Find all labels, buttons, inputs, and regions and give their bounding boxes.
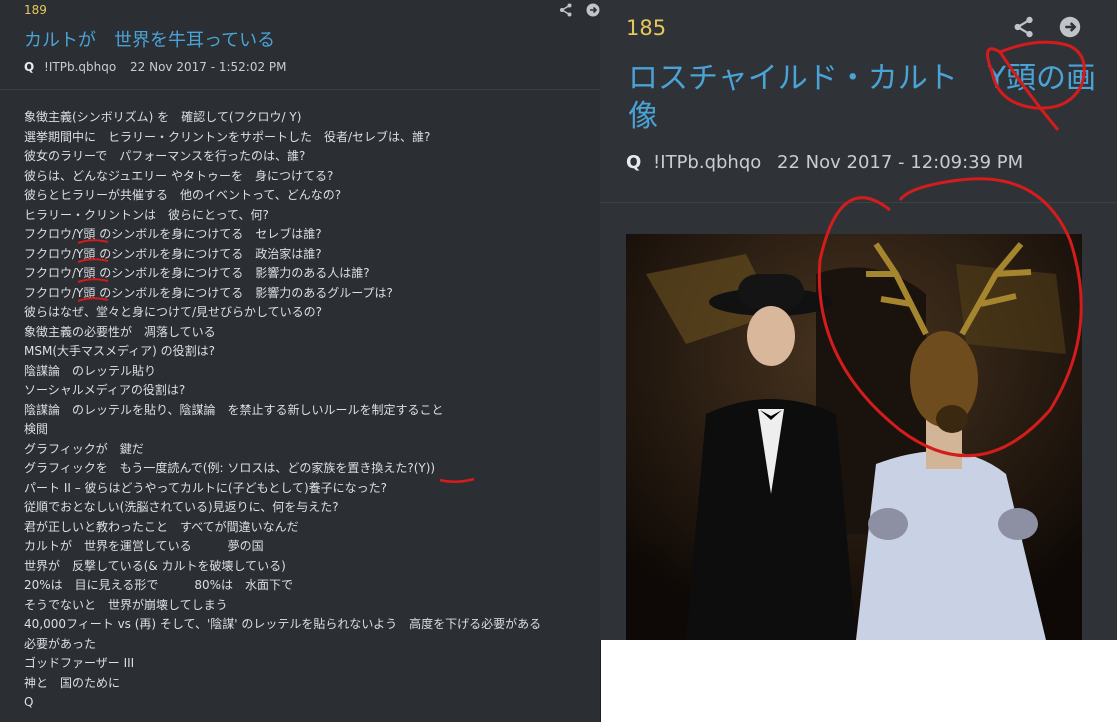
body-line: フクロウ/Y頭 のシンボルを身につけてる 影響力のあるグループは? (24, 285, 393, 300)
body-line: 彼女のラリーで パフォーマンスを行ったのは、誰? (24, 149, 306, 163)
body-line: 検閲 (24, 422, 49, 436)
arrow-circle-icon[interactable] (1059, 16, 1081, 38)
tripcode: !ITPb.qbhqo (653, 152, 762, 173)
body-line: フクロウ/Y頭 のシンボルを身につけてる 影響力のある人は誰? (24, 266, 370, 280)
body-line: フクロウ/Y頭 のシンボルを身につけてる 政治家は誰? (24, 246, 322, 261)
right-post-panel: 185 ロスチャイルド・カルト Y頭の画像 Q !ITPb.qbhqo 22 N… (600, 0, 1117, 640)
body-line: 象徴主義(シンボリズム) を 確認して(フクロウ/ Y) (24, 110, 302, 124)
post-number: 189 (24, 3, 47, 17)
body-line: 神と 国のために (24, 675, 121, 690)
divider (0, 89, 600, 90)
body-line: Q (24, 695, 34, 709)
body-line: 彼らは、どんなジュエリー やタトゥーを 身につけてる? (24, 168, 334, 183)
timestamp: 22 Nov 2017 - 12:09:39 PM (777, 152, 1024, 173)
post-body: 象徴主義(シンボリズム) を 確認して(フクロウ/ Y) 選挙期間中に ヒラリー… (24, 108, 584, 713)
body-line: パート II – 彼らはどうやってカルトに(子どもとして)養子になった? (24, 480, 388, 495)
body-line: 彼らはなぜ、堂々と身につけて/見せびらかしているの? (24, 305, 323, 319)
share-icon[interactable] (1013, 16, 1035, 38)
arrow-circle-icon[interactable] (586, 3, 600, 17)
body-line: 従順でおとなしい(洗脳されている)見返りに、何を与えた? (24, 500, 339, 514)
left-post-panel: 189 カルトが 世界を牛耳っている Q !ITPb.qbhqo 22 Nov … (0, 0, 601, 722)
tripcode: !ITPb.qbhqo (44, 60, 117, 74)
body-line: ゴッドファーザー III (24, 656, 135, 670)
author-name: Q (24, 60, 35, 74)
divider (600, 202, 1117, 203)
body-line: 世界が 反撃している(& カルトを破壊している) (24, 558, 286, 573)
body-line: グラフィックを もう一度読んで(例: ソロスは、どの家族を置き換えた?(Y)) (24, 461, 436, 475)
body-line: MSM(大手マスメディア) の役割は? (24, 344, 216, 358)
post-number: 185 (626, 16, 667, 40)
body-line: ヒラリー・クリントンは 彼らにとって、何? (24, 207, 269, 222)
body-line: 象徴主義の必要性が 凋落している (24, 324, 216, 339)
post-meta: Q !ITPb.qbhqo 22 Nov 2017 - 1:52:02 PM (24, 60, 287, 74)
post-title: ロスチャイルド・カルト Y頭の画像 (628, 61, 1097, 134)
post-title: カルトが 世界を牛耳っている (24, 30, 276, 51)
body-line: 20%は 目に見える形で 80%は 水面下で (24, 578, 293, 592)
body-line: 君が正しいと教わったこと すべてが間違いなんだ (24, 519, 299, 534)
body-line: 必要があった (24, 636, 97, 651)
body-line: 選挙期間中に ヒラリー・クリントンをサポートした 役者/セレブは、誰? (24, 129, 431, 144)
body-line: フクロウ/Y頭 のシンボルを身につけてる セレブは誰? (24, 227, 322, 241)
body-line: カルトが 世界を運営している 夢の国 (24, 539, 264, 553)
body-line: グラフィックが 鍵だ (24, 441, 144, 456)
post-image[interactable] (626, 234, 1082, 640)
body-line: 陰謀論 のレッテルを貼り、陰謀論 を禁止する新しいルールを制定すること (24, 402, 444, 417)
timestamp: 22 Nov 2017 - 1:52:02 PM (130, 60, 287, 74)
share-icon[interactable] (559, 3, 573, 17)
body-line: 陰謀論 のレッテル貼り (24, 363, 157, 378)
author-name: Q (626, 152, 642, 173)
post-meta: Q !ITPb.qbhqo 22 Nov 2017 - 12:09:39 PM (626, 152, 1023, 173)
body-line: 彼らとヒラリーが共催する 他のイベントって、どんなの? (24, 188, 342, 202)
body-line: 40,000フィート vs (再) そして、'陰謀' のレッテルを貼られないよう… (24, 617, 542, 631)
body-line: ソーシャルメディアの役割は? (24, 383, 186, 397)
body-line: そうでないと 世界が崩壊してしまう (24, 597, 228, 612)
